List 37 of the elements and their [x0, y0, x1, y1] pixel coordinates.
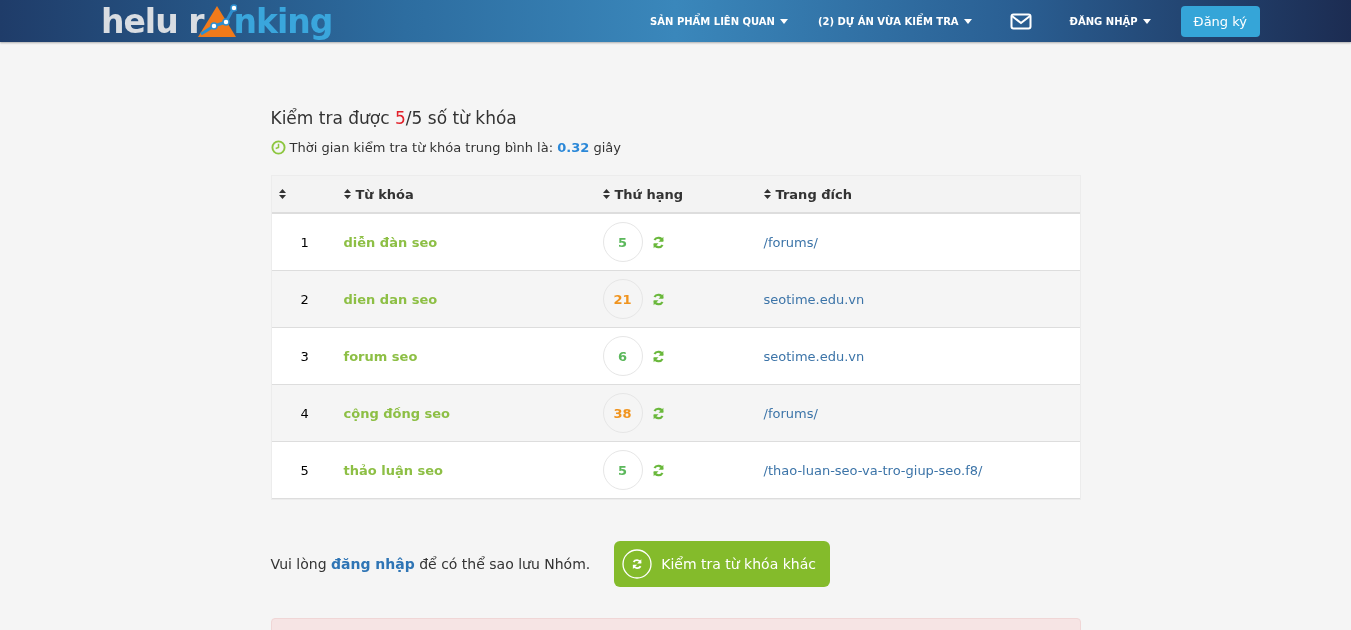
target-link[interactable]: /forums/ — [763, 234, 818, 250]
logo[interactable]: helu r nking — [101, 0, 333, 42]
row-number: 5 — [300, 462, 309, 478]
login-link[interactable]: đăng nhập — [331, 556, 415, 572]
refresh-icon[interactable] — [651, 292, 665, 306]
login-note: Vui lòng đăng nhập để có thể sao lưu Nhóm. — [270, 556, 591, 572]
target-link[interactable]: seotime.edu.vn — [763, 348, 865, 364]
sort-icon — [343, 189, 351, 199]
target-link[interactable]: /thao-luan-seo-va-tro-giup-seo.f8/ — [763, 462, 983, 478]
refresh-icon[interactable] — [651, 349, 665, 363]
nav-menu[interactable]: SẢN PHẨM LIÊN QUAN — [650, 15, 788, 27]
sort-icon — [763, 189, 771, 199]
target-link[interactable]: seotime.edu.vn — [763, 291, 865, 307]
result-heading: Kiểm tra được 5/5 số từ khóa — [270, 108, 518, 128]
refresh-icon[interactable] — [651, 406, 665, 420]
column-header[interactable]: Trang đích — [763, 186, 1080, 202]
row-number: 4 — [300, 405, 309, 421]
column-header[interactable]: Từ khóa — [343, 186, 603, 202]
nav-menu[interactable]: ĐĂNG NHẬP — [1069, 15, 1151, 27]
clock-icon — [270, 140, 286, 155]
signup-button[interactable]: Đăng ký — [1180, 5, 1260, 37]
mail-icon[interactable] — [1009, 12, 1032, 30]
column-header[interactable]: Thứ hạng — [602, 186, 764, 202]
refresh-icon[interactable] — [651, 235, 665, 249]
target-link[interactable]: /forums/ — [763, 405, 818, 421]
row-number: 3 — [300, 348, 309, 364]
sort-icon — [278, 189, 286, 199]
caret-icon — [779, 18, 788, 24]
row-number: 1 — [300, 234, 309, 250]
caret-icon — [1142, 18, 1151, 24]
refresh-icon — [622, 549, 653, 579]
nav-menu[interactable]: (2) DỰ ÁN VỪA KIỂM TRA — [817, 15, 972, 27]
average-time-text: Thời gian kiểm tra từ khóa trung bình là: 0.32 giây — [289, 140, 621, 155]
refresh-icon[interactable] — [651, 463, 665, 477]
sort-icon — [602, 189, 610, 199]
caret-icon — [963, 18, 972, 24]
row-number: 2 — [300, 291, 309, 307]
